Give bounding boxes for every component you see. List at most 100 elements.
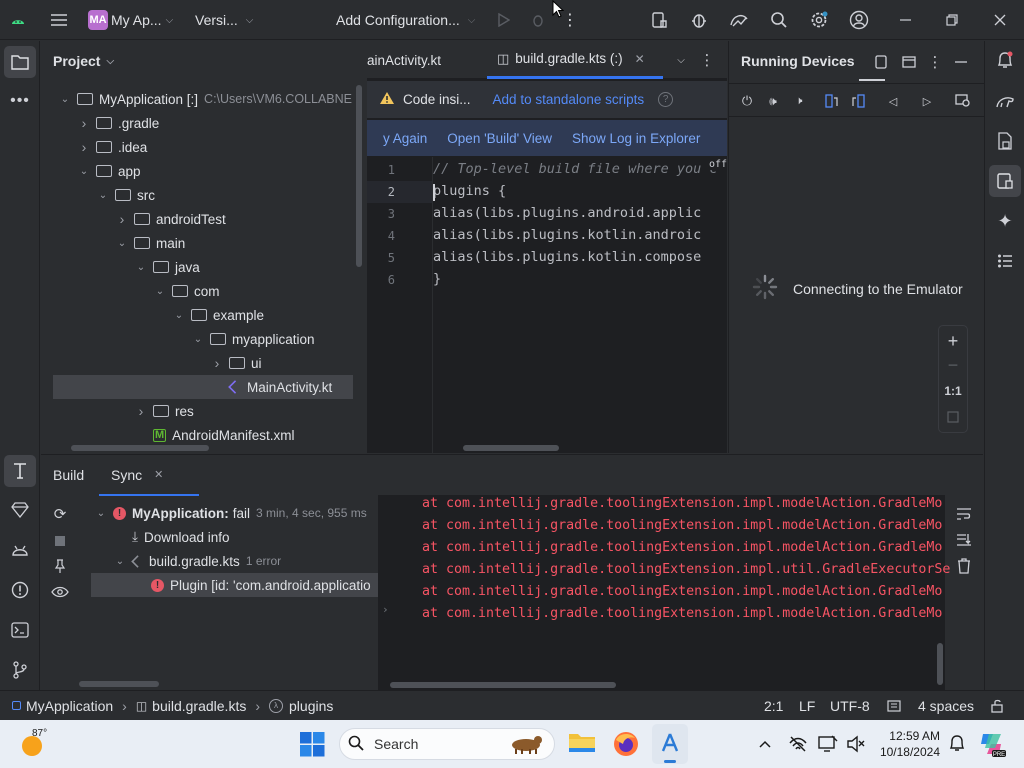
chevron-right-icon[interactable]: › <box>116 211 128 227</box>
restore-icon[interactable] <box>942 0 962 40</box>
structure-icon[interactable] <box>989 245 1021 277</box>
project-tree-item[interactable]: ⌄ com <box>41 279 361 303</box>
chevron-down-icon[interactable]: ⌵ <box>673 52 689 68</box>
eye-icon[interactable] <box>51 583 69 601</box>
build-tree-item[interactable]: ⌄ build.gradle.kts 1 error <box>91 549 378 573</box>
project-tree-item[interactable]: ⌄ app <box>41 159 361 183</box>
rotate-right-icon[interactable] <box>851 93 867 109</box>
show-log-link[interactable]: Show Log in Explorer <box>572 131 700 146</box>
breadcrumb-project[interactable]: MyApplication <box>26 698 113 714</box>
more-options-icon[interactable]: ⋮ <box>927 54 943 71</box>
gemini-icon[interactable]: ✦ <box>989 205 1021 237</box>
file-explorer-icon[interactable] <box>568 730 596 758</box>
chevron-down-icon[interactable]: ⌄ <box>78 165 90 177</box>
project-tree-item[interactable]: ⌄ myapplication <box>41 327 361 351</box>
build-tree-item[interactable]: ⤓ Download info <box>91 525 378 549</box>
indent-setting[interactable]: 4 spaces <box>918 698 974 714</box>
vcs-widget[interactable]: Versi... ⌵ <box>195 0 253 40</box>
firefox-icon[interactable] <box>612 730 640 758</box>
project-tree-item[interactable]: › ui <box>41 351 361 375</box>
open-build-view-link[interactable]: Open 'Build' View <box>447 131 552 146</box>
gradle-icon[interactable] <box>989 85 1021 117</box>
device-mirroring-icon[interactable] <box>873 54 889 70</box>
build-tree-hscrollbar[interactable] <box>79 681 159 687</box>
chevron-down-icon[interactable]: ⌄ <box>95 507 107 519</box>
weather-widget[interactable]: 87° <box>20 728 52 760</box>
stop-icon[interactable] <box>51 532 69 550</box>
build-console[interactable]: at com.intellij.gradle.toolingExtension.… <box>378 495 950 690</box>
app-inspection-icon[interactable] <box>688 0 710 40</box>
chevron-up-icon[interactable] <box>756 734 774 754</box>
close-icon[interactable] <box>990 0 1010 40</box>
project-tree-item[interactable]: MainActivity.kt <box>53 375 353 399</box>
windows-start-icon[interactable] <box>300 732 325 757</box>
sync-gradle-icon[interactable] <box>728 0 750 40</box>
device-manager-icon[interactable] <box>648 0 670 40</box>
close-icon[interactable]: ✕ <box>154 468 163 481</box>
zoom-reset-button[interactable]: 1:1 <box>939 380 967 402</box>
caret-position[interactable]: 2:1 <box>764 698 783 714</box>
gem-icon[interactable] <box>4 494 36 526</box>
chevron-down-icon[interactable]: ⌄ <box>97 189 109 201</box>
android-logcat-icon[interactable] <box>4 534 36 566</box>
layout-icon[interactable] <box>901 54 917 70</box>
running-devices-tool-icon[interactable] <box>989 165 1021 197</box>
build-tree-item[interactable]: ! Plugin [id: 'com.android.applicatio <box>91 573 378 597</box>
device-file-explorer-icon[interactable] <box>989 125 1021 157</box>
zoom-in-icon[interactable]: + <box>939 330 967 352</box>
project-tree-item[interactable]: › androidTest <box>41 207 361 231</box>
more-tabs-icon[interactable]: ⋮ <box>699 52 715 69</box>
back-icon[interactable]: ◁ <box>885 93 901 109</box>
project-panel-header[interactable]: Project ⌵ <box>53 53 114 69</box>
chevron-down-icon[interactable]: ⌄ <box>192 333 204 345</box>
chevron-right-icon[interactable]: › <box>211 355 223 371</box>
chevron-right-icon[interactable]: › <box>135 403 147 419</box>
account-icon[interactable] <box>848 0 870 40</box>
copilot-icon[interactable]: PRE <box>978 730 1006 758</box>
console-hscrollbar[interactable] <box>390 682 616 688</box>
build-tree-item[interactable]: ⌄! MyApplication: fail 3 min, 4 sec, 955 ms <box>91 501 378 525</box>
project-tree-item[interactable]: ⌄ main <box>41 231 361 255</box>
refresh-icon[interactable]: ⟳ <box>51 505 69 523</box>
minimize-panel-icon[interactable] <box>953 54 969 70</box>
screenshot-icon[interactable] <box>955 93 971 109</box>
project-tree-item[interactable]: ⌄ example <box>41 303 361 327</box>
terminal-icon[interactable] <box>4 614 36 646</box>
breadcrumb-block[interactable]: plugins <box>289 698 333 714</box>
chevron-right-icon[interactable]: › <box>78 139 90 155</box>
problems-icon[interactable] <box>4 574 36 606</box>
chevron-down-icon[interactable]: ⌄ <box>59 93 71 105</box>
version-control-icon[interactable] <box>4 654 36 686</box>
breadcrumb-file[interactable]: build.gradle.kts <box>152 698 246 714</box>
project-tree-item[interactable]: › .gradle <box>41 111 361 135</box>
pin-icon[interactable] <box>51 557 69 575</box>
project-tree-item[interactable]: ⌄ java <box>41 255 361 279</box>
minimize-icon[interactable] <box>896 0 916 40</box>
trash-icon[interactable] <box>955 557 973 575</box>
editor-hscrollbar[interactable] <box>463 445 559 451</box>
project-tree-item[interactable]: ⌄ MyApplication [:] C:\Users\VM6.COLLABNE <box>41 87 361 111</box>
project-tree-item[interactable]: › res <box>41 399 361 423</box>
code-editor[interactable]: 1 // Top-level build file where you c 2 plu… <box>367 157 728 447</box>
tab-mainactivity[interactable]: ainActivity.kt <box>367 41 441 79</box>
chevron-down-icon[interactable]: ⌄ <box>173 309 185 321</box>
try-again-link[interactable]: y Again <box>383 131 427 146</box>
close-icon[interactable]: ✕ <box>635 52 645 66</box>
tab-build-gradle[interactable]: ◫ build.gradle.kts (:) ✕ <box>487 41 663 79</box>
display-icon[interactable] <box>818 734 838 754</box>
more-actions-icon[interactable]: ⋮ <box>562 0 578 40</box>
rotate-left-icon[interactable] <box>823 93 839 109</box>
speaker-muted-icon[interactable] <box>846 734 866 754</box>
chevron-down-icon[interactable]: ⌄ <box>154 285 166 297</box>
chevron-down-icon[interactable]: ⌄ <box>135 261 147 273</box>
project-tree-hscrollbar[interactable] <box>71 445 209 451</box>
taskbar-clock[interactable]: 12:59 AM 10/18/2024 <box>872 728 940 760</box>
build-tool-icon[interactable] <box>4 455 36 487</box>
taskbar-search-box[interactable]: Search <box>339 728 555 760</box>
notifications-icon[interactable] <box>989 45 1021 77</box>
chevron-right-icon[interactable]: › <box>382 603 389 616</box>
scroll-to-end-icon[interactable] <box>955 531 973 549</box>
more-tools-icon[interactable]: ••• <box>4 85 36 117</box>
project-tree-item[interactable]: M AndroidManifest.xml <box>41 423 361 447</box>
help-icon[interactable]: ? <box>658 92 674 107</box>
